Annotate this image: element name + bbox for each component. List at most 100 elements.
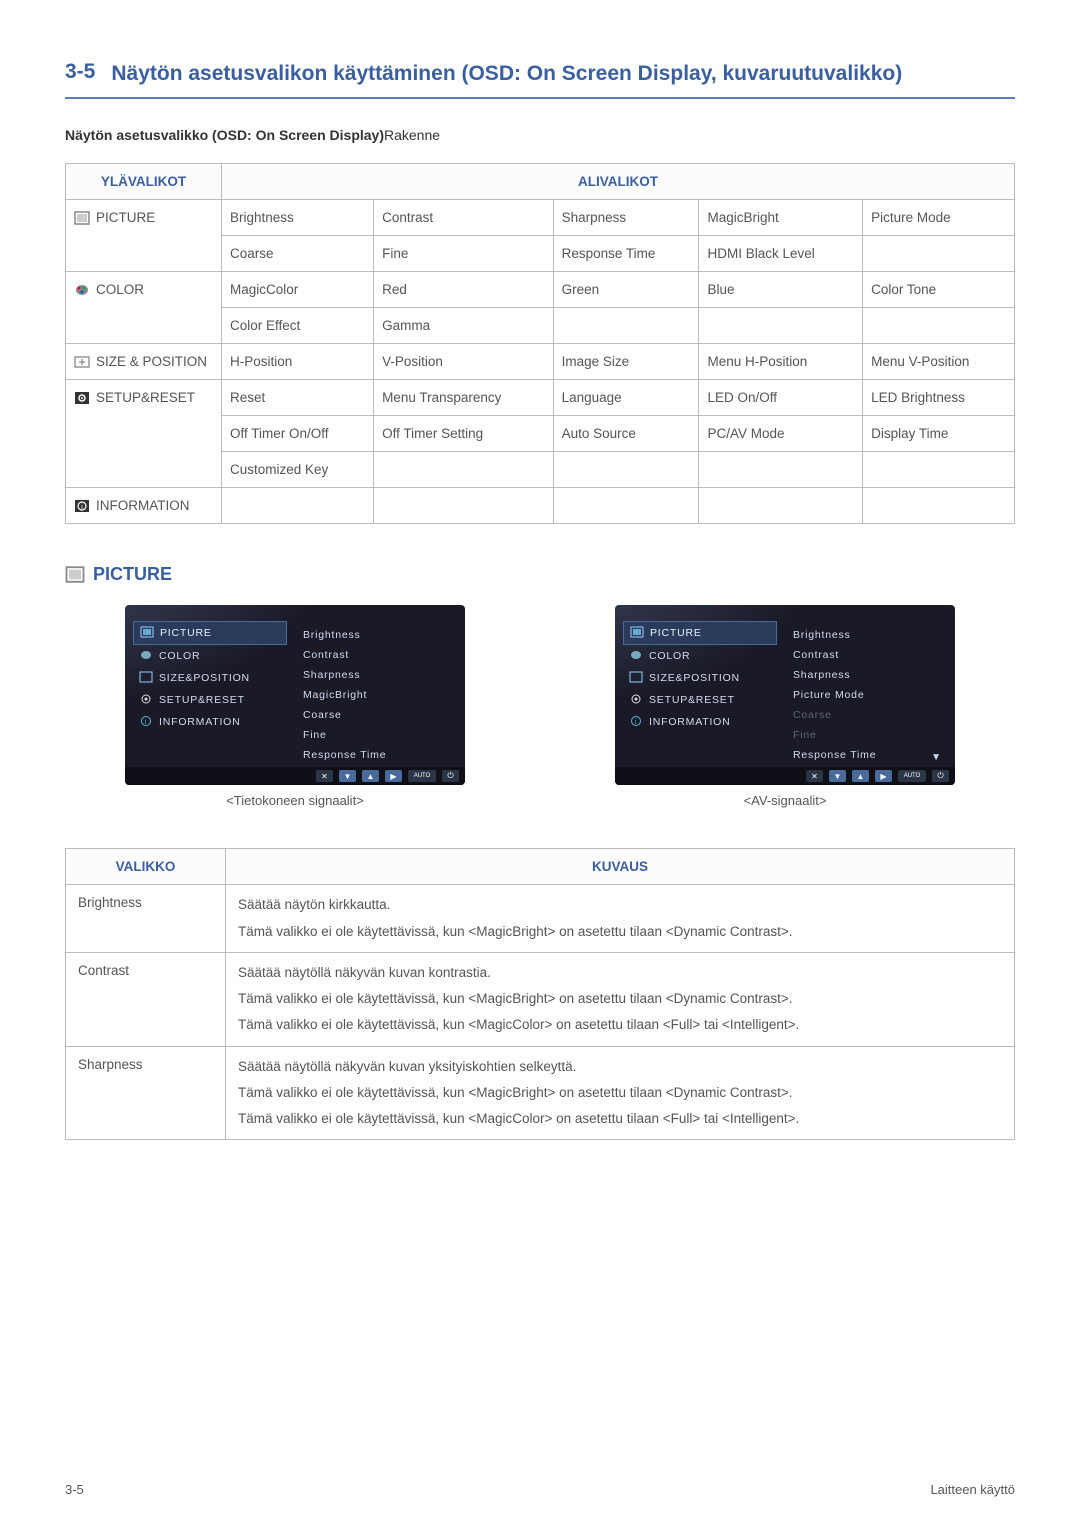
menu-color-label: COLOR [74,282,213,297]
table-header-top: YLÄVALIKOT [66,164,222,200]
osd-sub-item: Sharpness [793,665,947,685]
table-header-menu: VALIKKO [66,849,226,885]
table-row: COLOR MagicColor Red Green Blue Color To… [66,272,1015,308]
menu-desc: Säätää näytöllä näkyvän kuvan yksityisko… [226,1046,1015,1140]
osd-caption-pc: <Tietokoneen signaalit> [125,793,465,808]
text: PICTURE [96,210,155,225]
footer-right: Laitteen käyttö [930,1482,1015,1497]
subheading-bold: Näytön asetusvalikko (OSD: On Screen Dis… [65,127,384,143]
page-title: 3-5 Näytön asetusvalikon käyttäminen (OS… [65,60,1015,99]
color-icon [74,283,90,297]
osd-sub-item: Brightness [793,625,947,645]
osd-sub-item: Fine [793,725,947,745]
up-icon: ▲ [852,770,869,782]
osd-menu-item: SETUP&RESET [133,689,287,711]
table-header-sub: ALIVALIKOT [222,164,1015,200]
footer-left: 3-5 [65,1482,84,1497]
info-icon: i [74,499,90,513]
table-row: SIZE & POSITION H-Position V-Position Im… [66,344,1015,380]
osd-menu-item: i INFORMATION [133,711,287,733]
osd-sub-item: Brightness [303,625,457,645]
section-picture-heading: PICTURE [65,564,1015,585]
close-icon: ✕ [316,770,333,782]
power-icon: ⏻ [932,770,949,782]
menu-name: Brightness [66,885,226,953]
osd-menu-item: PICTURE [623,621,777,645]
osd-sub-item: Coarse [793,705,947,725]
gear-icon [629,693,643,705]
down-icon: ▼ [339,770,356,782]
enter-icon: ▶ [385,770,402,782]
osd-sub-item: Response Time [303,745,457,765]
menu-setup-label: SETUP&RESET [74,390,213,405]
enter-icon: ▶ [875,770,892,782]
close-icon: ✕ [806,770,823,782]
text: SIZE & POSITION [96,354,207,369]
osd-menu-item: SETUP&RESET [623,689,777,711]
menu-info-label: i INFORMATION [74,498,213,513]
table-row: Contrast Säätää näytöllä näkyvän kuvan k… [66,952,1015,1046]
svg-text:i: i [145,719,147,726]
subheading-normal: Rakenne [384,127,440,143]
menu-size-label: SIZE & POSITION [74,354,213,369]
osd-sub-item: Sharpness [303,665,457,685]
picture-icon [630,626,644,638]
page-footer: 3-5 Laitteen käyttö [65,1482,1015,1497]
menu-name: Sharpness [66,1046,226,1140]
down-icon: ▼ [829,770,846,782]
text: INFORMATION [96,498,190,513]
size-icon [139,671,153,683]
info-icon: i [629,715,643,727]
osd-bottom-bar: ✕ ▼ ▲ ▶ AUTO ⏻ [125,767,465,785]
osd-menu-item: SIZE&POSITION [133,667,287,689]
osd-menu-item: i INFORMATION [623,711,777,733]
osd-av-preview: PICTURE COLOR SIZE&POSITION SETUP&RESET … [615,605,955,808]
osd-sub-item: Contrast [303,645,457,665]
color-icon [139,649,153,661]
osd-pc-preview: PICTURE COLOR SIZE&POSITION SETUP&RESET … [125,605,465,808]
osd-sub-item: Coarse [303,705,457,725]
osd-caption-av: <AV-signaalit> [615,793,955,808]
svg-text:i: i [635,719,637,726]
picture-icon [74,211,90,225]
text: COLOR [96,282,144,297]
text: SETUP&RESET [96,390,195,405]
up-icon: ▲ [362,770,379,782]
size-icon [74,355,90,369]
auto-label: AUTO [898,770,926,782]
menu-structure-table: YLÄVALIKOT ALIVALIKOT PICTURE Brightness… [65,163,1015,524]
gear-icon [74,391,90,405]
osd-sub-item: Picture Mode [793,685,947,705]
menu-desc: Säätää näytön kirkkautta. Tämä valikko e… [226,885,1015,953]
subheading: Näytön asetusvalikko (OSD: On Screen Dis… [65,127,1015,143]
text: PICTURE [93,564,172,585]
section-number: 3-5 [65,60,95,84]
section-title: Näytön asetusvalikon käyttäminen (OSD: O… [111,60,902,87]
menu-name: Contrast [66,952,226,1046]
table-header-desc: KUVAUS [226,849,1015,885]
osd-sub-item: Contrast [793,645,947,665]
osd-sub-item: Fine [303,725,457,745]
osd-menu-item: COLOR [133,645,287,667]
color-icon [629,649,643,661]
picture-icon [140,626,154,638]
table-row: Sharpness Säätää näytöllä näkyvän kuvan … [66,1046,1015,1140]
menu-picture-label: PICTURE [74,210,213,225]
info-icon: i [139,715,153,727]
osd-bottom-bar: ✕ ▼ ▲ ▶ AUTO ⏻ [615,767,955,785]
gear-icon [139,693,153,705]
table-row: Brightness Säätää näytön kirkkautta. Täm… [66,885,1015,953]
osd-sub-item: MagicBright [303,685,457,705]
osd-menu-item: PICTURE [133,621,287,645]
table-row: i INFORMATION [66,488,1015,524]
osd-sub-item: Response Time [793,745,947,765]
menu-desc: Säätää näytöllä näkyvän kuvan kontrastia… [226,952,1015,1046]
auto-label: AUTO [408,770,436,782]
osd-previews: PICTURE COLOR SIZE&POSITION SETUP&RESET … [65,605,1015,808]
osd-menu-item: COLOR [623,645,777,667]
table-row: SETUP&RESET Reset Menu Transparency Lang… [66,380,1015,416]
power-icon: ⏻ [442,770,459,782]
osd-menu-item: SIZE&POSITION [623,667,777,689]
picture-icon [65,566,85,583]
description-table: VALIKKO KUVAUS Brightness Säätää näytön … [65,848,1015,1140]
